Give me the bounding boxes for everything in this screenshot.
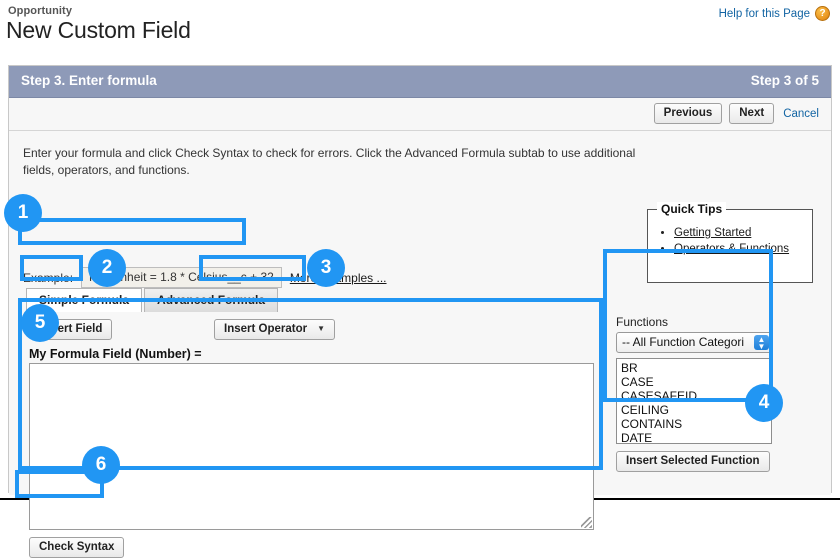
quick-tips-legend: Quick Tips: [657, 202, 727, 216]
formula-subtabs: Simple Formula Advanced Formula: [26, 288, 279, 312]
previous-button[interactable]: Previous: [653, 103, 723, 124]
list-item: Getting Started: [674, 226, 812, 241]
formula-textarea[interactable]: [29, 363, 594, 530]
quick-tips-list: Getting Started Operators & Functions: [648, 226, 812, 257]
cancel-link[interactable]: Cancel: [783, 108, 819, 120]
help-for-this-page-link[interactable]: Help for this Page: [719, 8, 810, 20]
functions-label: Functions: [616, 315, 669, 329]
getting-started-link[interactable]: Getting Started: [674, 227, 751, 239]
resize-handle-icon[interactable]: [581, 517, 592, 528]
quick-tips-box: Quick Tips Getting Started Operators & F…: [647, 202, 813, 283]
example-label: Example:: [23, 270, 74, 285]
annotation-badge-5: 5: [21, 304, 59, 342]
step-header-bar: Step 3. Enter formula Step 3 of 5: [9, 66, 831, 98]
chevron-down-icon: ▼: [317, 324, 325, 333]
function-category-value: -- All Function Categori: [622, 335, 745, 349]
next-button[interactable]: Next: [729, 103, 775, 124]
annotation-badge-3: 3: [307, 249, 345, 287]
operators-functions-link[interactable]: Operators & Functions: [674, 243, 789, 255]
wizard-button-row: Previous Next Cancel: [9, 98, 831, 131]
annotation-badge-4: 4: [745, 384, 783, 422]
insert-operator-dropdown[interactable]: Insert Operator ▼: [214, 319, 335, 340]
list-item[interactable]: CONTAINS: [621, 417, 771, 431]
step-counter: Step 3 of 5: [750, 73, 819, 88]
list-item[interactable]: BR: [621, 361, 771, 375]
insert-selected-function-button[interactable]: Insert Selected Function: [616, 451, 770, 472]
step-title: Step 3. Enter formula: [21, 73, 157, 88]
insert-operator-label: Insert Operator: [224, 323, 308, 335]
list-item: Operators & Functions: [674, 242, 812, 257]
help-area: Help for this Page ?: [719, 6, 830, 21]
list-item[interactable]: DATE: [621, 431, 771, 443]
breadcrumb-object-name: Opportunity: [8, 5, 73, 17]
select-updown-arrows-icon: ▲ ▼: [754, 335, 769, 351]
tab-advanced-formula[interactable]: Advanced Formula: [144, 288, 279, 312]
screenshot-root: Opportunity New Custom Field Help for th…: [0, 0, 840, 558]
page-header: Opportunity New Custom Field Help for th…: [0, 0, 840, 62]
function-category-select[interactable]: -- All Function Categori ▲ ▼: [616, 332, 772, 353]
formula-editor-body: Enter your formula and click Check Synta…: [9, 131, 831, 558]
annotation-badge-6: 6: [82, 446, 120, 484]
list-item[interactable]: CASE: [621, 375, 771, 389]
formula-field-label: My Formula Field (Number) =: [29, 347, 202, 361]
instructions-text: Enter your formula and click Check Synta…: [23, 146, 636, 177]
annotation-badge-1: 1: [4, 194, 42, 232]
annotation-badge-2: 2: [88, 249, 126, 287]
wizard-panel: Step 3. Enter formula Step 3 of 5 Previo…: [8, 65, 832, 558]
page-title: New Custom Field: [6, 17, 191, 43]
check-syntax-button[interactable]: Check Syntax: [29, 537, 125, 558]
question-mark-icon[interactable]: ?: [815, 6, 830, 21]
